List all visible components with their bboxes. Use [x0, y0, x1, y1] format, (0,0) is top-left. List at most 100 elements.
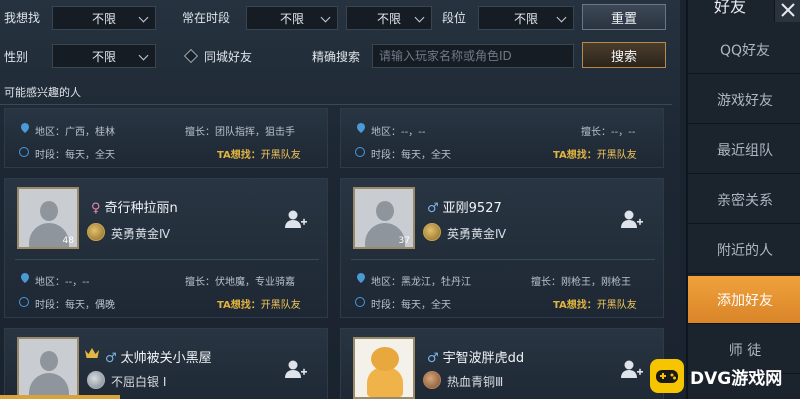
sidebar-item-close-relations[interactable]: 亲密关系 [688, 176, 800, 224]
avatar[interactable]: 37 [353, 187, 415, 249]
sidebar-item-game-friends[interactable]: 游戏好友 [688, 76, 800, 124]
location-pin-icon [21, 123, 29, 133]
avatar-placeholder-body [29, 373, 69, 397]
want-find-value: 不限 [91, 11, 116, 26]
add-friend-icon[interactable] [621, 209, 643, 229]
player-card[interactable]: ♂ 太帅被关小黑屋 不屈白银 Ⅰ [4, 328, 328, 399]
same-city-label: 同城好友 [204, 50, 253, 64]
region-text: 地区：--，-- [371, 127, 426, 138]
rank-value: 不限 [513, 11, 538, 26]
chevron-down-icon [138, 12, 149, 23]
gender-dropdown[interactable]: 不限 [52, 44, 156, 68]
exact-search-label: 精确搜索 [312, 50, 361, 64]
avatar[interactable] [353, 337, 415, 399]
gender-value: 不限 [91, 49, 116, 64]
time-text: 时段：每天，全天 [35, 150, 115, 161]
avatar[interactable]: 48 [17, 187, 79, 249]
search-button[interactable]: 搜索 [582, 42, 666, 68]
region-text: 地区：黑龙江，牡丹江 [371, 277, 471, 288]
male-icon: ♂ [105, 351, 117, 366]
active-time-value-2: 不限 [376, 11, 401, 26]
player-card[interactable]: ♂ 宇智波胖虎dd 热血青铜Ⅲ [340, 328, 664, 399]
watermark-logo: DVG游戏网 [646, 353, 800, 399]
skill-text: 擅长：刚枪王，刚枪王 [531, 277, 631, 288]
active-time-value-1: 不限 [279, 11, 304, 26]
location-pin-icon [21, 273, 29, 283]
time-text: 时段：每天，全天 [371, 300, 451, 311]
chevron-down-icon [138, 50, 149, 61]
sidebar-item-add-friend[interactable]: 添加好友 [688, 276, 800, 324]
ta-want-text: TA想找：开黑队友 [553, 150, 637, 161]
want-find-dropdown[interactable]: 不限 [52, 6, 156, 30]
bottom-accent-strip [0, 395, 120, 399]
male-icon: ♂ [427, 351, 439, 366]
search-input[interactable] [372, 44, 574, 68]
cartoon-avatar-face [371, 347, 399, 371]
bronze-rank-icon [423, 371, 441, 389]
skill-text: 擅长：--，-- [581, 127, 636, 138]
skill-text: 擅长：团队指挥，狙击手 [185, 127, 295, 138]
rank-dropdown[interactable]: 不限 [478, 6, 574, 30]
avatar-placeholder-head [40, 201, 58, 221]
add-friend-icon[interactable] [285, 209, 307, 229]
clock-icon [355, 297, 365, 307]
player-card-info-2[interactable]: 地区：--，-- 擅长：--，-- 时段：每天，全天 TA想找：开黑队友 [340, 108, 664, 168]
rank-text: 不屈白银 Ⅰ [111, 375, 167, 389]
player-level: 37 [398, 236, 410, 246]
divider [0, 104, 672, 105]
player-card[interactable]: 37 ♂ 亚刚9527 英勇黄金Ⅳ 地区：黑龙江，牡丹江 擅长：刚枪王，刚枪王 时… [340, 178, 664, 318]
player-name: ♀ 奇行种拉丽n [91, 201, 178, 216]
player-card[interactable]: 48 ♀ 奇行种拉丽n 英勇黄金Ⅳ 地区：--，-- 擅长：伏地魔，专业骑嘉 时段… [4, 178, 328, 318]
chevron-down-icon [414, 12, 425, 23]
cartoon-avatar-body [367, 367, 403, 397]
sidebar-item-recent-team[interactable]: 最近组队 [688, 126, 800, 174]
clock-icon [19, 147, 29, 157]
location-pin-icon [357, 273, 365, 283]
active-time-label: 常在时段 [182, 11, 231, 25]
gender-label: 性别 [4, 50, 29, 64]
crown-icon [85, 348, 99, 358]
close-button[interactable] [774, 0, 800, 22]
silver-rank-icon [87, 371, 105, 389]
add-friend-icon[interactable] [621, 359, 643, 379]
ta-want-text: TA想找：开黑队友 [217, 300, 301, 311]
sidebar-item-qq-friends[interactable]: QQ好友 [688, 26, 800, 74]
clock-icon [355, 147, 365, 157]
gamepad-logo-icon [650, 359, 684, 393]
close-icon [781, 3, 795, 17]
rank-text: 热血青铜Ⅲ [447, 375, 504, 389]
rank-text: 英勇黄金Ⅳ [447, 227, 507, 241]
ta-want-text: TA想找：开黑队友 [553, 300, 637, 311]
active-time-dropdown-2[interactable]: 不限 [346, 6, 432, 30]
player-level: 48 [62, 236, 74, 246]
skill-text: 擅长：伏地魔，专业骑嘉 [185, 277, 295, 288]
divider [15, 259, 319, 260]
active-time-dropdown-1[interactable]: 不限 [246, 6, 338, 30]
same-city-checkbox[interactable] [183, 48, 199, 64]
time-text: 时段：每天，全天 [371, 150, 451, 161]
rank-text: 英勇黄金Ⅳ [111, 227, 171, 241]
chevron-down-icon [320, 12, 331, 23]
clock-icon [19, 297, 29, 307]
add-friend-icon[interactable] [285, 359, 307, 379]
main-panel: 我想找 不限 常在时段 不限 不限 段位 不限 重置 性别 不限 同城好友 精确… [0, 0, 680, 399]
sidebar-item-nearby[interactable]: 附近的人 [688, 226, 800, 274]
ta-want-text: TA想找：开黑队友 [217, 150, 301, 161]
friends-sidebar: 好友 QQ好友 游戏好友 最近组队 亲密关系 附近的人 添加好友 师 徒 [686, 0, 800, 399]
divider [351, 259, 655, 260]
watermark-text: DVG游戏网 [690, 368, 783, 389]
gold-rank-icon [87, 223, 105, 241]
want-find-label: 我想找 [4, 11, 41, 25]
avatar-placeholder-head [376, 201, 394, 221]
rank-label: 段位 [442, 11, 467, 25]
gold-rank-icon [423, 223, 441, 241]
avatar[interactable] [17, 337, 79, 399]
reset-button[interactable]: 重置 [582, 4, 666, 30]
section-title: 可能感兴趣的人 [4, 86, 81, 99]
player-card-info-1[interactable]: 地区：广西，桂林 擅长：团队指挥，狙击手 时段：每天，全天 TA想找：开黑队友 [4, 108, 328, 168]
avatar-placeholder-head [40, 351, 58, 371]
chevron-down-icon [556, 12, 567, 23]
player-name: ♂ 亚刚9527 [427, 201, 502, 216]
player-name: ♂ 宇智波胖虎dd [427, 351, 525, 366]
region-text: 地区：--，-- [35, 277, 90, 288]
